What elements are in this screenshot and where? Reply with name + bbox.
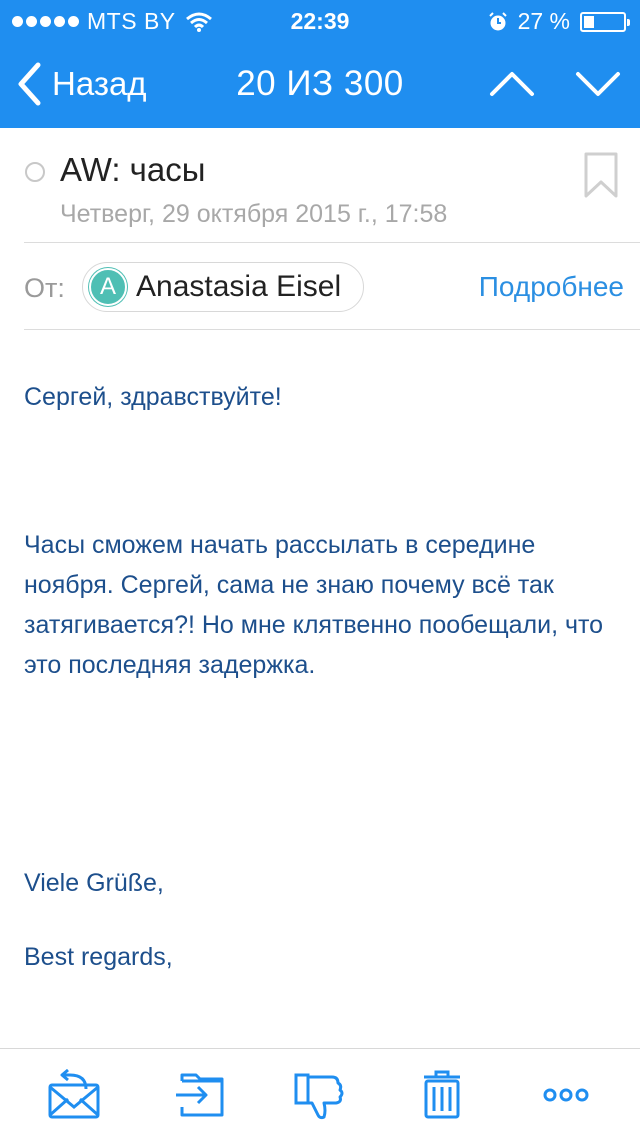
- message-date: Четверг, 29 октября 2015 г., 17:58: [60, 200, 448, 228]
- sender-name: Anastasia Eisel: [136, 270, 342, 303]
- chevron-down-icon[interactable]: [574, 62, 622, 106]
- body-paragraph: Часы сможем начать рассылать в середине …: [24, 531, 604, 679]
- from-label: От:: [24, 273, 65, 303]
- avatar: A: [89, 268, 127, 306]
- reply-icon[interactable]: [46, 1069, 102, 1121]
- chevron-up-icon[interactable]: [488, 62, 536, 106]
- alarm-icon: [488, 11, 507, 30]
- nav-bar: Назад 20 ИЗ 300: [0, 40, 640, 128]
- message-subject: AW: часы: [60, 151, 206, 188]
- details-link[interactable]: Подробнее: [479, 271, 624, 303]
- more-icon[interactable]: [538, 1069, 594, 1121]
- battery-icon: [580, 11, 630, 32]
- from-row: От: A Anastasia Eisel Подробнее: [0, 243, 640, 329]
- message-counter: 20 ИЗ 300: [236, 64, 404, 103]
- bookmark-icon[interactable]: [584, 152, 618, 198]
- bottom-toolbar: [0, 1048, 640, 1136]
- unread-indicator-icon[interactable]: [25, 162, 45, 182]
- body-greeting: Сергей, здравствуйте!: [24, 383, 282, 411]
- sender-chip[interactable]: A Anastasia Eisel: [82, 262, 364, 312]
- status-bar: MTS BY 22:39 27 %: [0, 0, 640, 40]
- body-closing-1: Viele Grüße,: [24, 869, 164, 897]
- divider: [24, 329, 640, 330]
- body-closing-2: Best regards,: [24, 943, 173, 971]
- trash-icon[interactable]: [414, 1069, 470, 1121]
- move-to-folder-icon[interactable]: [172, 1069, 228, 1121]
- spam-thumbs-down-icon[interactable]: [292, 1069, 348, 1121]
- app-header: MTS BY 22:39 27 % Назад 20 ИЗ 300: [0, 0, 640, 128]
- status-right: 27 %: [488, 8, 630, 35]
- subject-row: AW: часы Четверг, 29 октября 2015 г., 17…: [0, 128, 640, 242]
- battery-fill: [584, 15, 594, 28]
- battery-percentage: 27 %: [517, 8, 570, 34]
